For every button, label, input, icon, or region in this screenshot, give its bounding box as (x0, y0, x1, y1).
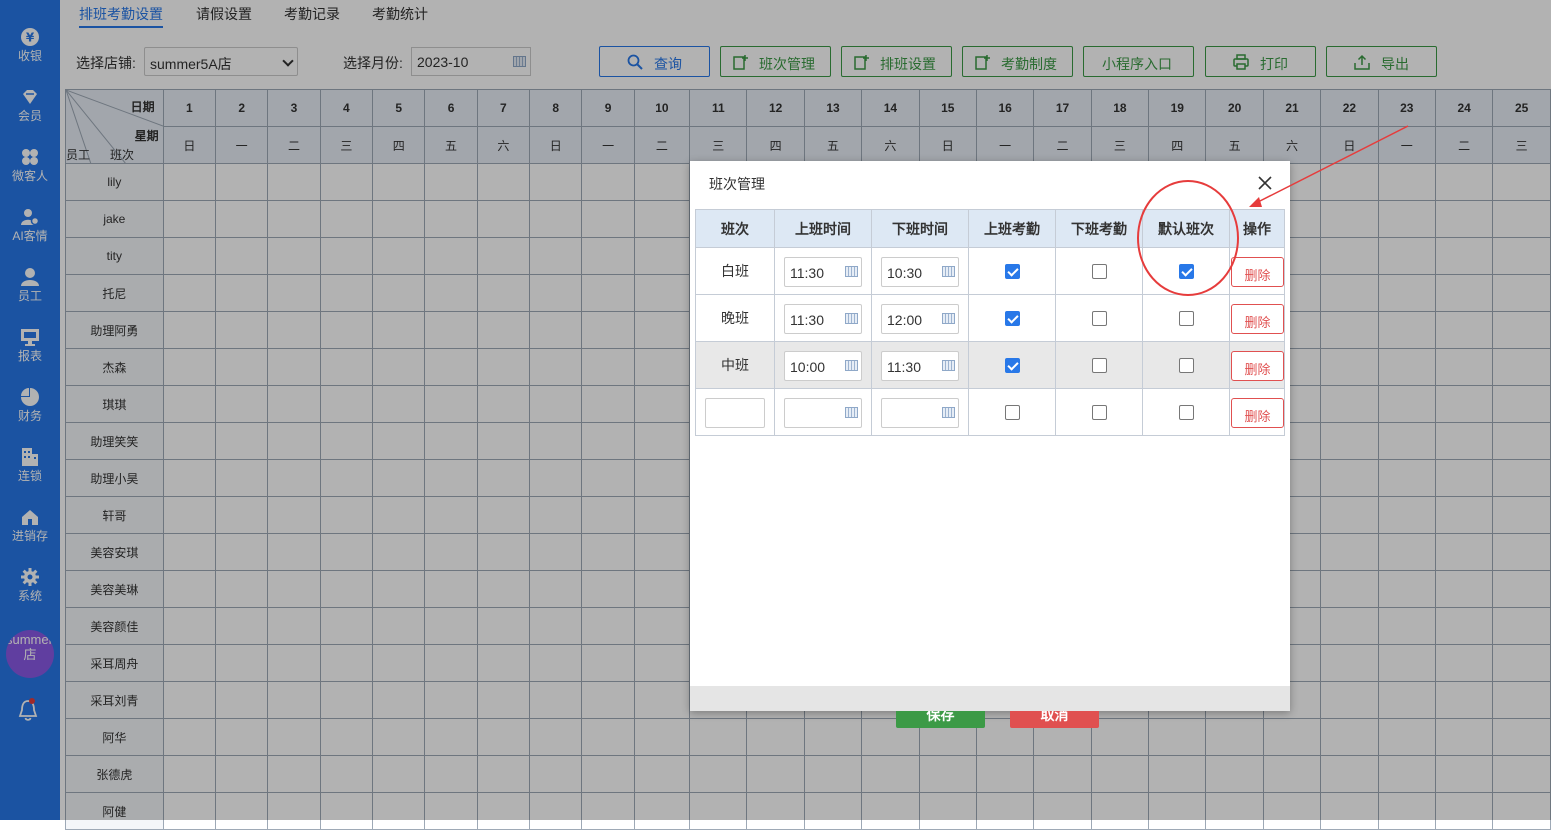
action-cell: 删除 (1229, 294, 1285, 342)
end-time-input[interactable]: 10:30 (881, 257, 959, 287)
default-shift-checkbox-cell (1142, 247, 1230, 295)
shift-name-cell: 晚班 (695, 294, 775, 342)
clock-out-checkbox-cell (1055, 341, 1143, 389)
close-icon[interactable] (1257, 175, 1273, 191)
shift-header-cell: 默认班次 (1142, 209, 1230, 248)
action-cell: 删除 (1229, 247, 1285, 295)
clock-in-checkbox-cell (968, 294, 1056, 342)
clock-out-checkbox-cell (1055, 247, 1143, 295)
start-time-input-cell: 11:30 (774, 247, 872, 295)
start-time-input[interactable] (784, 398, 862, 428)
delete-button[interactable]: 删除 (1231, 304, 1284, 334)
clock-in-checkbox-cell (968, 341, 1056, 389)
end-time-input-cell (871, 388, 969, 436)
shift-name-cell: 中班 (695, 341, 775, 389)
delete-button[interactable]: 删除 (1231, 351, 1284, 381)
dialog-title: 班次管理 (709, 176, 765, 192)
calendar-icon (942, 313, 955, 324)
shift-header-cell: 操作 (1229, 209, 1285, 248)
end-time-input[interactable]: 12:00 (881, 304, 959, 334)
shift-table: 班次 上班时间 下班时间 上班考勤 下班考勤 默认班次 操作 白班 11:30 10:30 删除 晚班… (695, 209, 1285, 436)
shift-row: 中班 10:00 11:30 删除 (695, 341, 1285, 389)
end-time-input-cell: 12:00 (871, 294, 969, 342)
start-time-input[interactable]: 11:30 (784, 257, 862, 287)
end-time-input[interactable]: 11:30 (881, 351, 959, 381)
clock-out-checkbox-cell (1055, 388, 1143, 436)
clock-in-checkbox-cell (968, 247, 1056, 295)
calendar-icon (942, 266, 955, 277)
default-shift-checkbox-cell (1142, 341, 1230, 389)
time-value: 11:30 (887, 359, 921, 375)
shift-name-cell[interactable] (695, 388, 775, 436)
shift-name-input[interactable] (705, 398, 765, 428)
clock-in-checkbox[interactable] (1005, 311, 1020, 326)
start-time-input[interactable]: 11:30 (784, 304, 862, 334)
default-shift-checkbox-cell (1142, 388, 1230, 436)
clock-out-checkbox[interactable] (1092, 264, 1107, 279)
shift-management-dialog: 班次管理 班次 上班时间 下班时间 上班考勤 下班考勤 默认班次 操作白班 11:30 10:3… (690, 161, 1290, 728)
time-value: 10:00 (790, 359, 826, 375)
end-time-input-cell: 11:30 (871, 341, 969, 389)
delete-button[interactable]: 删除 (1231, 257, 1284, 287)
shift-row: 晚班 11:30 12:00 删除 (695, 294, 1285, 342)
default-shift-checkbox[interactable] (1179, 405, 1194, 420)
calendar-icon (845, 407, 858, 418)
calendar-icon (942, 360, 955, 371)
clock-in-checkbox[interactable] (1005, 264, 1020, 279)
end-time-input-cell: 10:30 (871, 247, 969, 295)
time-value: 11:30 (790, 265, 824, 281)
time-value: 12:00 (887, 312, 923, 328)
clock-in-checkbox[interactable] (1005, 405, 1020, 420)
calendar-icon (942, 407, 955, 418)
shift-row: 删除 (695, 388, 1285, 436)
clock-out-checkbox[interactable] (1092, 311, 1107, 326)
dialog-body: 班次 上班时间 下班时间 上班考勤 下班考勤 默认班次 操作 白班 11:30 10:30 删除 晚班… (695, 208, 1285, 728)
calendar-icon (845, 266, 858, 277)
start-time-input-cell: 11:30 (774, 294, 872, 342)
shift-header-cell: 上班考勤 (968, 209, 1056, 248)
shift-name-cell: 白班 (695, 247, 775, 295)
default-shift-checkbox[interactable] (1179, 311, 1194, 326)
default-shift-checkbox[interactable] (1179, 264, 1194, 279)
action-cell: 删除 (1229, 388, 1285, 436)
calendar-icon (845, 360, 858, 371)
clock-out-checkbox-cell (1055, 294, 1143, 342)
shift-header-cell: 下班时间 (871, 209, 969, 248)
start-time-input-cell: 10:00 (774, 341, 872, 389)
delete-button[interactable]: 删除 (1231, 398, 1284, 428)
clock-out-checkbox[interactable] (1092, 358, 1107, 373)
calendar-icon (845, 313, 858, 324)
time-value: 10:30 (887, 265, 923, 281)
start-time-input[interactable]: 10:00 (784, 351, 862, 381)
default-shift-checkbox[interactable] (1179, 358, 1194, 373)
clock-in-checkbox-cell (968, 388, 1056, 436)
time-value: 11:30 (790, 312, 824, 328)
clock-out-checkbox[interactable] (1092, 405, 1107, 420)
shift-row: 白班 11:30 10:30 删除 (695, 247, 1285, 295)
shift-header-cell: 下班考勤 (1055, 209, 1143, 248)
default-shift-checkbox-cell (1142, 294, 1230, 342)
start-time-input-cell (774, 388, 872, 436)
shift-header-cell: 上班时间 (774, 209, 872, 248)
end-time-input[interactable] (881, 398, 959, 428)
clock-in-checkbox[interactable] (1005, 358, 1020, 373)
action-cell: 删除 (1229, 341, 1285, 389)
shift-header-cell: 班次 (695, 209, 775, 248)
dialog-footer (690, 686, 1290, 711)
